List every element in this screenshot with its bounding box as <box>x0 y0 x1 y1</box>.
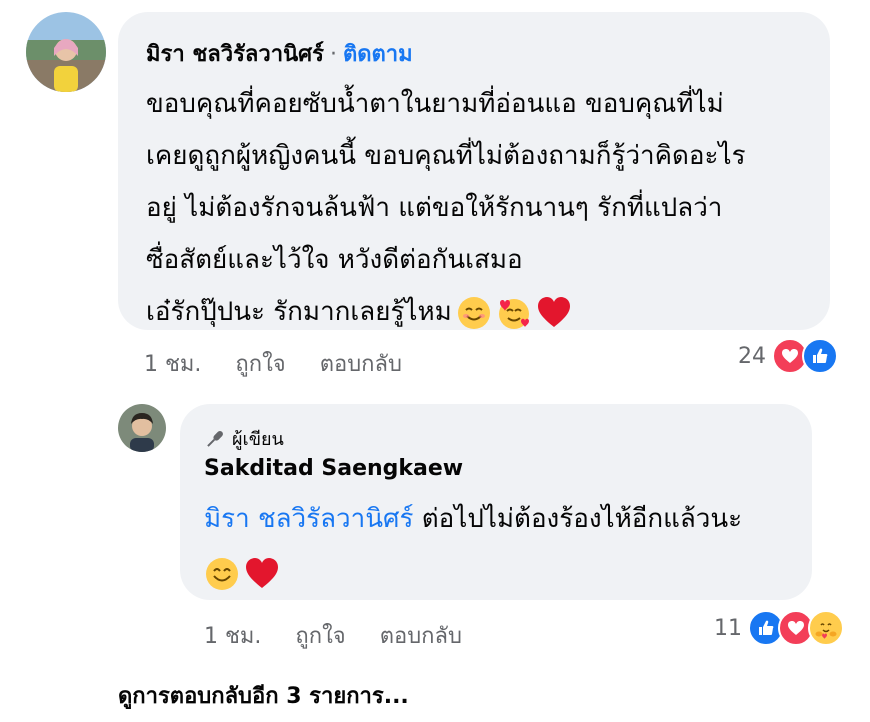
comment-line: ขอบคุณที่คอยซับน้ำตาในยามที่อ่อนแอ ขอบคุ… <box>146 89 724 119</box>
reply-text: มิรา ชลวิรัลวานิศร์ ต่อไปไม่ต้องร้องไห้อ… <box>204 492 804 600</box>
comment-line: อยู่ ไม่ต้องรักจนล้นฟ้า แต่ขอให้รักนานๆ … <box>146 193 723 223</box>
view-more-replies-link[interactable]: ดูการตอบกลับอีก 3 รายการ... <box>118 678 409 713</box>
reaction-count: 24 <box>738 343 766 369</box>
smiling-face-icon <box>457 296 490 329</box>
reaction-count: 11 <box>714 615 742 641</box>
reply-bubble: ผู้เขียน Sakditad Saengkaew มิรา ชลวิรัล… <box>180 404 812 600</box>
comment-line-text: เอ๋รักปุ๊ปนะ รักมากเลยรู้ไหม <box>146 297 452 327</box>
like-reaction-icon <box>802 338 838 374</box>
reply-button[interactable]: ตอบกลับ <box>320 346 402 381</box>
reply-timestamp[interactable]: 1 ชม. <box>204 618 261 653</box>
reaction-summary[interactable]: 11 <box>714 610 844 646</box>
comment-line: เคยดูถูกผู้หญิงคนนี้ ขอบคุณที่ไม่ต้องถาม… <box>146 141 746 171</box>
care-reaction-icon <box>808 610 844 646</box>
reply-author-avatar[interactable] <box>118 404 166 452</box>
microphone-icon <box>207 430 223 447</box>
comment-timestamp[interactable]: 1 ชม. <box>144 346 201 381</box>
reply-button[interactable]: ตอบกลับ <box>380 618 462 653</box>
reply-text-content: ต่อไปไม่ต้องร้องไห้อีกแล้วนะ <box>413 504 743 534</box>
reaction-summary[interactable]: 24 <box>738 338 838 374</box>
mention-link[interactable]: มิรา ชลวิรัลวานิศร์ <box>204 504 414 534</box>
red-heart-icon <box>537 296 570 327</box>
like-button[interactable]: ถูกใจ <box>235 346 285 381</box>
separator-dot: · <box>329 42 337 67</box>
smiling-face-icon <box>206 557 238 590</box>
commenter-name[interactable]: มิรา ชลวิรัลวานิศร์ <box>146 42 324 67</box>
comment-text: ขอบคุณที่คอยซับน้ำตาในยามที่อ่อนแอ ขอบคุ… <box>146 78 826 338</box>
author-badge: ผู้เขียน <box>204 424 284 453</box>
red-heart-icon <box>246 557 278 588</box>
reply-actions: 1 ชม. ถูกใจ ตอบกลับ <box>204 618 462 653</box>
comment-bubble: มิรา ชลวิรัลวานิศร์ · ติดตาม ขอบคุณที่คอยซ… <box>118 12 830 330</box>
comment-line-last: เอ๋รักปุ๊ปนะ รักมากเลยรู้ไหม <box>146 286 826 338</box>
emoji-row <box>456 295 576 331</box>
comment-line: ซื่อสัตย์และไว้ใจ หวังดีต่อกันเสมอ <box>146 245 523 275</box>
reply-author-name[interactable]: Sakditad Saengkaew <box>204 456 463 481</box>
comment-header: มิรา ชลวิรัลวานิศร์ · ติดตาม <box>146 36 413 71</box>
follow-link[interactable]: ติดตาม <box>343 42 413 67</box>
author-badge-label: ผู้เขียน <box>232 429 284 450</box>
comment-actions: 1 ชม. ถูกใจ ตอบกลับ <box>144 346 402 381</box>
smiling-face-with-hearts-icon <box>498 298 529 329</box>
emoji-row <box>204 556 284 592</box>
commenter-avatar[interactable] <box>26 12 106 92</box>
like-button[interactable]: ถูกใจ <box>295 618 345 653</box>
